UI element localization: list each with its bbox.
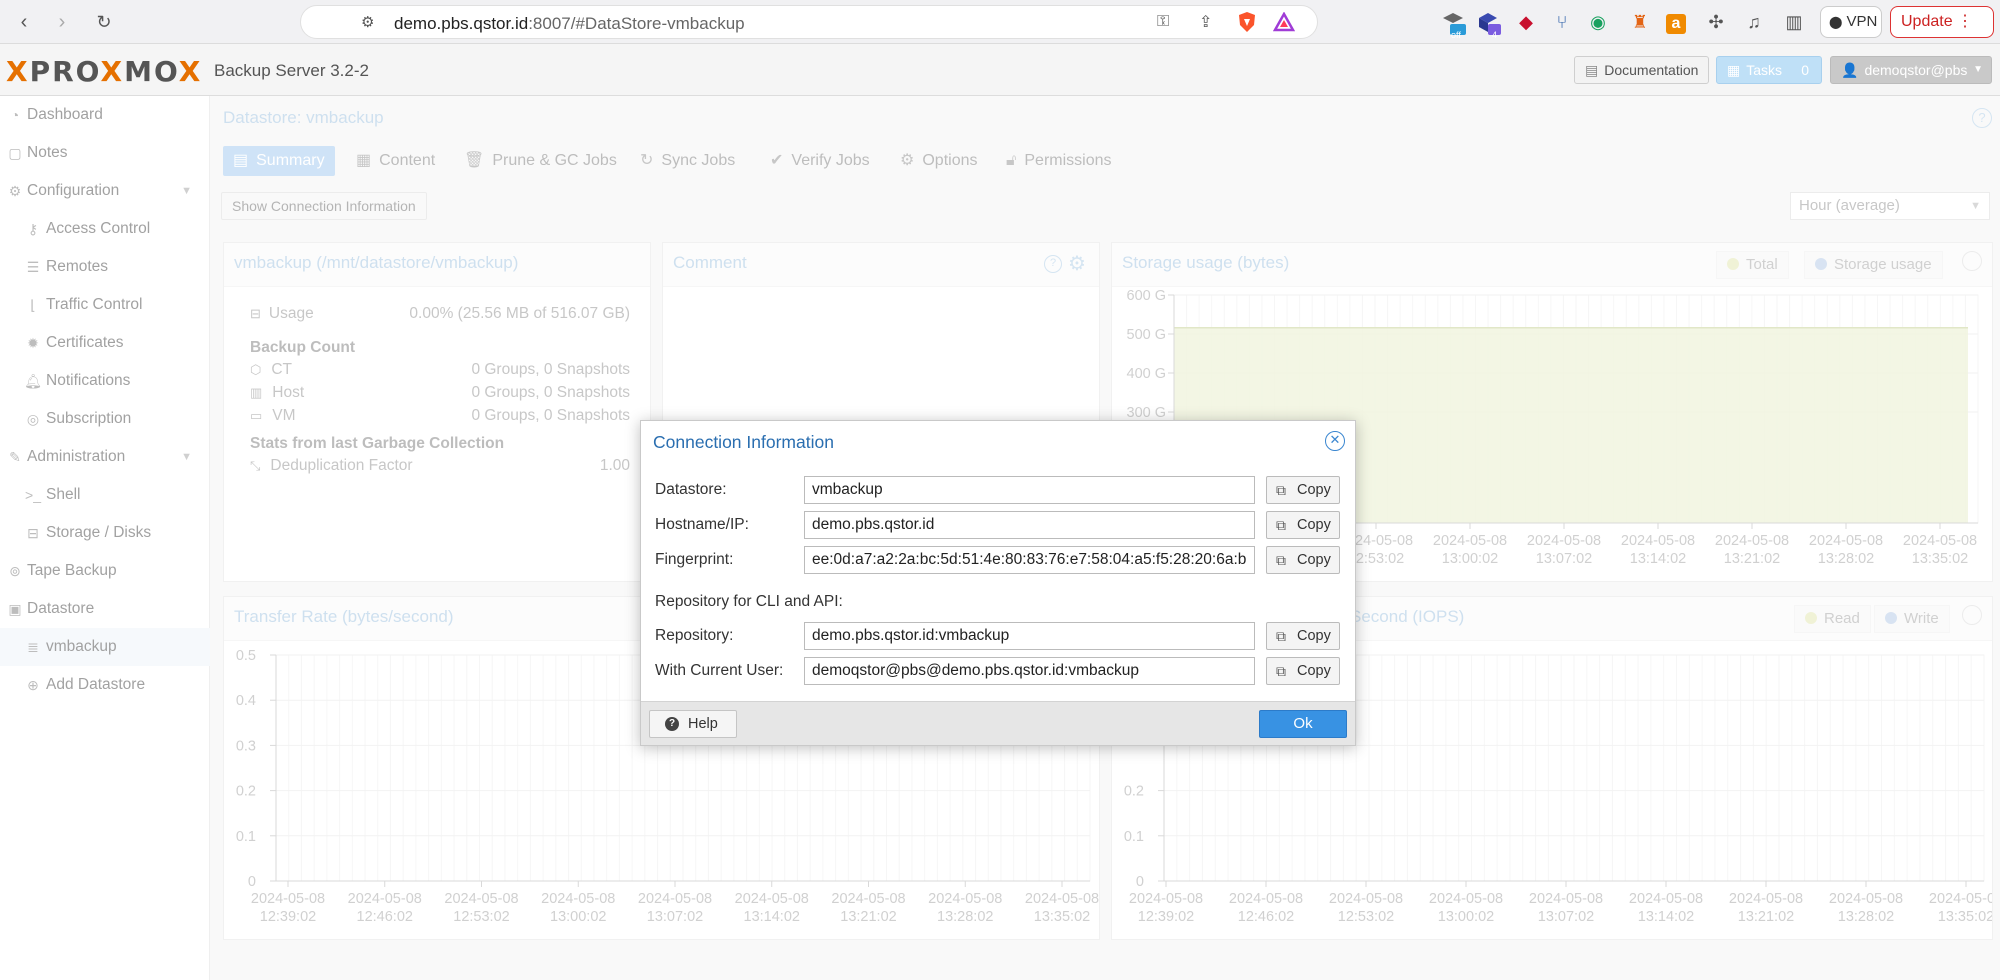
- url-path: :8007/#DataStore-vmbackup: [528, 14, 745, 33]
- dialog-footer: ? Help Ok: [641, 701, 1355, 745]
- user-icon: 👤: [1841, 62, 1859, 78]
- fingerprint-label: Fingerprint:: [655, 551, 734, 568]
- help-label: Help: [688, 716, 718, 732]
- address-bar[interactable]: ⚙ demo.pbs.qstor.id:8007/#DataStore-vmba…: [300, 5, 1318, 39]
- extension-off-icon[interactable]: off: [1440, 10, 1466, 40]
- user-menu-button[interactable]: 👤 demoqstor@pbs ▼: [1830, 56, 1992, 84]
- repository-label: Repository:: [655, 627, 734, 644]
- current-user-label: With Current User:: [655, 662, 784, 679]
- copy-icon: ⧉: [1276, 482, 1286, 498]
- tasks-label: Tasks: [1746, 62, 1783, 78]
- browser-toolbar: ‹ › ↻ ⚙ demo.pbs.qstor.id:8007/#DataStor…: [0, 0, 2000, 44]
- hostname-field[interactable]: demo.pbs.qstor.id: [804, 511, 1255, 539]
- copy-repository-button[interactable]: ⧉ Copy: [1266, 622, 1340, 650]
- back-icon[interactable]: ‹: [10, 8, 38, 36]
- site-settings-icon[interactable]: ⚙: [361, 13, 374, 31]
- question-icon: ?: [665, 717, 679, 731]
- documentation-button[interactable]: ▤ Documentation: [1574, 56, 1710, 84]
- brave-shield-icon[interactable]: [1237, 11, 1257, 33]
- proxmox-logo: XPROXMOX: [6, 55, 202, 88]
- list-icon: ▦: [1727, 62, 1741, 78]
- copy-label: Copy: [1297, 663, 1331, 679]
- datastore-label: Datastore:: [655, 481, 727, 498]
- tasks-button[interactable]: ▦ Tasks 0: [1716, 56, 1822, 84]
- update-button[interactable]: Update ⋮: [1890, 6, 1994, 38]
- reload-icon[interactable]: ↻: [90, 8, 118, 36]
- extension-amazon-icon[interactable]: a: [1664, 10, 1688, 34]
- logo-mo: MO: [124, 55, 179, 88]
- datastore-field[interactable]: vmbackup: [804, 476, 1255, 504]
- sidebar-toggle-icon[interactable]: ▥: [1782, 10, 1806, 34]
- copy-label: Copy: [1297, 628, 1331, 644]
- chevron-down-icon: ▼: [1973, 64, 1983, 75]
- extensions-puzzle-icon[interactable]: ✣: [1704, 10, 1728, 34]
- dialog-title: Connection Information: [653, 432, 834, 452]
- copy-fingerprint-button[interactable]: ⧉ Copy: [1266, 546, 1340, 574]
- help-button[interactable]: ? Help: [649, 710, 737, 738]
- forward-icon[interactable]: ›: [48, 8, 76, 36]
- tasks-count: 0: [1801, 62, 1809, 78]
- copy-hostname-button[interactable]: ⧉ Copy: [1266, 511, 1340, 539]
- key-icon[interactable]: ⚿: [1157, 13, 1169, 31]
- book-icon: ▤: [1585, 62, 1599, 78]
- repository-heading: Repository for CLI and API:: [655, 593, 843, 610]
- copy-datastore-button[interactable]: ⧉ Copy: [1266, 476, 1340, 504]
- copy-label: Copy: [1297, 482, 1331, 498]
- close-icon[interactable]: ✕: [1325, 431, 1345, 451]
- repository-field[interactable]: demo.pbs.qstor.id:vmbackup: [804, 622, 1255, 650]
- copy-icon: ⧉: [1276, 517, 1286, 533]
- url-host: demo.pbs.qstor.id: [394, 14, 529, 33]
- vpn-label: VPN: [1846, 13, 1878, 30]
- media-icon[interactable]: ♫: [1742, 10, 1766, 34]
- hostname-label: Hostname/IP:: [655, 516, 749, 533]
- update-label: Update: [1901, 13, 1953, 30]
- vpn-button[interactable]: ⬤ VPN: [1820, 6, 1882, 38]
- logo-pro: PRO: [29, 55, 101, 88]
- logo-x-end: X: [178, 55, 203, 88]
- copy-icon: ⧉: [1276, 663, 1286, 679]
- fingerprint-field[interactable]: ee:0d:a7:a2:2a:bc:5d:51:4e:80:83:76:e7:5…: [804, 546, 1255, 574]
- extension-cube-icon[interactable]: 4: [1476, 10, 1501, 40]
- extension-chess-icon[interactable]: ♜: [1628, 10, 1652, 34]
- current-user-field[interactable]: demoqstor@pbs@demo.pbs.qstor.id:vmbackup: [804, 657, 1255, 685]
- app-header: XPROXMOX Backup Server 3.2-2 ▤ Documentat…: [0, 44, 2000, 96]
- copy-icon: ⧉: [1276, 552, 1286, 568]
- logo-x: X: [6, 55, 30, 88]
- copy-icon: ⧉: [1276, 628, 1286, 644]
- brave-rewards-icon[interactable]: [1272, 11, 1296, 32]
- documentation-label: Documentation: [1604, 62, 1699, 78]
- extension-diamond-icon[interactable]: ◆: [1514, 10, 1538, 34]
- ok-button[interactable]: Ok: [1259, 710, 1347, 738]
- user-label: demoqstor@pbs: [1864, 62, 1968, 78]
- copy-label: Copy: [1297, 552, 1331, 568]
- extension-fork-icon[interactable]: ⑂: [1550, 10, 1574, 34]
- connection-info-dialog: Connection Information ✕ Datastore: vmba…: [640, 420, 1356, 746]
- copy-current-user-button[interactable]: ⧉ Copy: [1266, 657, 1340, 685]
- product-version: Backup Server 3.2-2: [214, 61, 369, 80]
- copy-label: Copy: [1297, 517, 1331, 533]
- share-icon[interactable]: ⇪: [1199, 12, 1212, 32]
- logo-x-mid: X: [100, 55, 125, 88]
- extension-circle-icon[interactable]: ◉: [1586, 10, 1610, 34]
